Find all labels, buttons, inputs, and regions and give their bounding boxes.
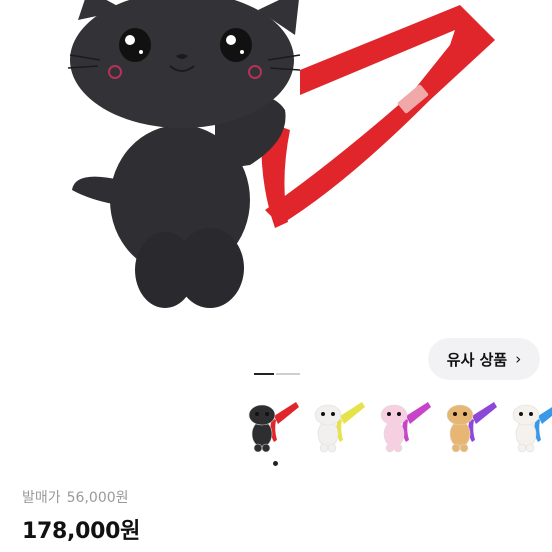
thumbnail-pink-mouse-plush[interactable] — [376, 398, 434, 456]
plush-thumbnail-icon — [446, 402, 497, 453]
strap-shape — [265, 5, 495, 225]
pager-segment-active — [254, 373, 274, 375]
similar-products-label: 유사 상품 — [446, 350, 508, 369]
thumbnail-orange-fox-plush[interactable] — [442, 398, 500, 456]
similar-products-button[interactable]: 유사 상품 › — [428, 338, 540, 380]
original-price-label: 발매가 — [22, 490, 61, 506]
plush-thumbnail-icon — [380, 402, 431, 453]
thumbnail-white-dog-plush[interactable] — [310, 398, 368, 456]
plush-thumbnail-icon — [248, 402, 299, 453]
plush-thumbnail-icon — [512, 404, 552, 453]
chevron-right-icon: › — [515, 349, 522, 368]
product-image[interactable] — [0, 0, 552, 330]
current-price: 178,000원 — [22, 519, 141, 544]
thumbnail-white-pudding-plush[interactable] — [508, 398, 552, 456]
pager-segment-inactive — [276, 373, 300, 375]
original-price: 발매가 56,000원 — [22, 487, 135, 507]
thumbnail-black-cat-plush[interactable] — [244, 398, 302, 456]
cat-plush-illustration — [67, 0, 495, 308]
thumbnail-selected-dot — [273, 461, 278, 466]
similar-product-thumbnails — [244, 398, 552, 458]
original-price-value: 56,000원 — [66, 490, 129, 506]
image-pager-indicator — [254, 373, 300, 375]
plush-thumbnail-icon — [314, 402, 365, 453]
